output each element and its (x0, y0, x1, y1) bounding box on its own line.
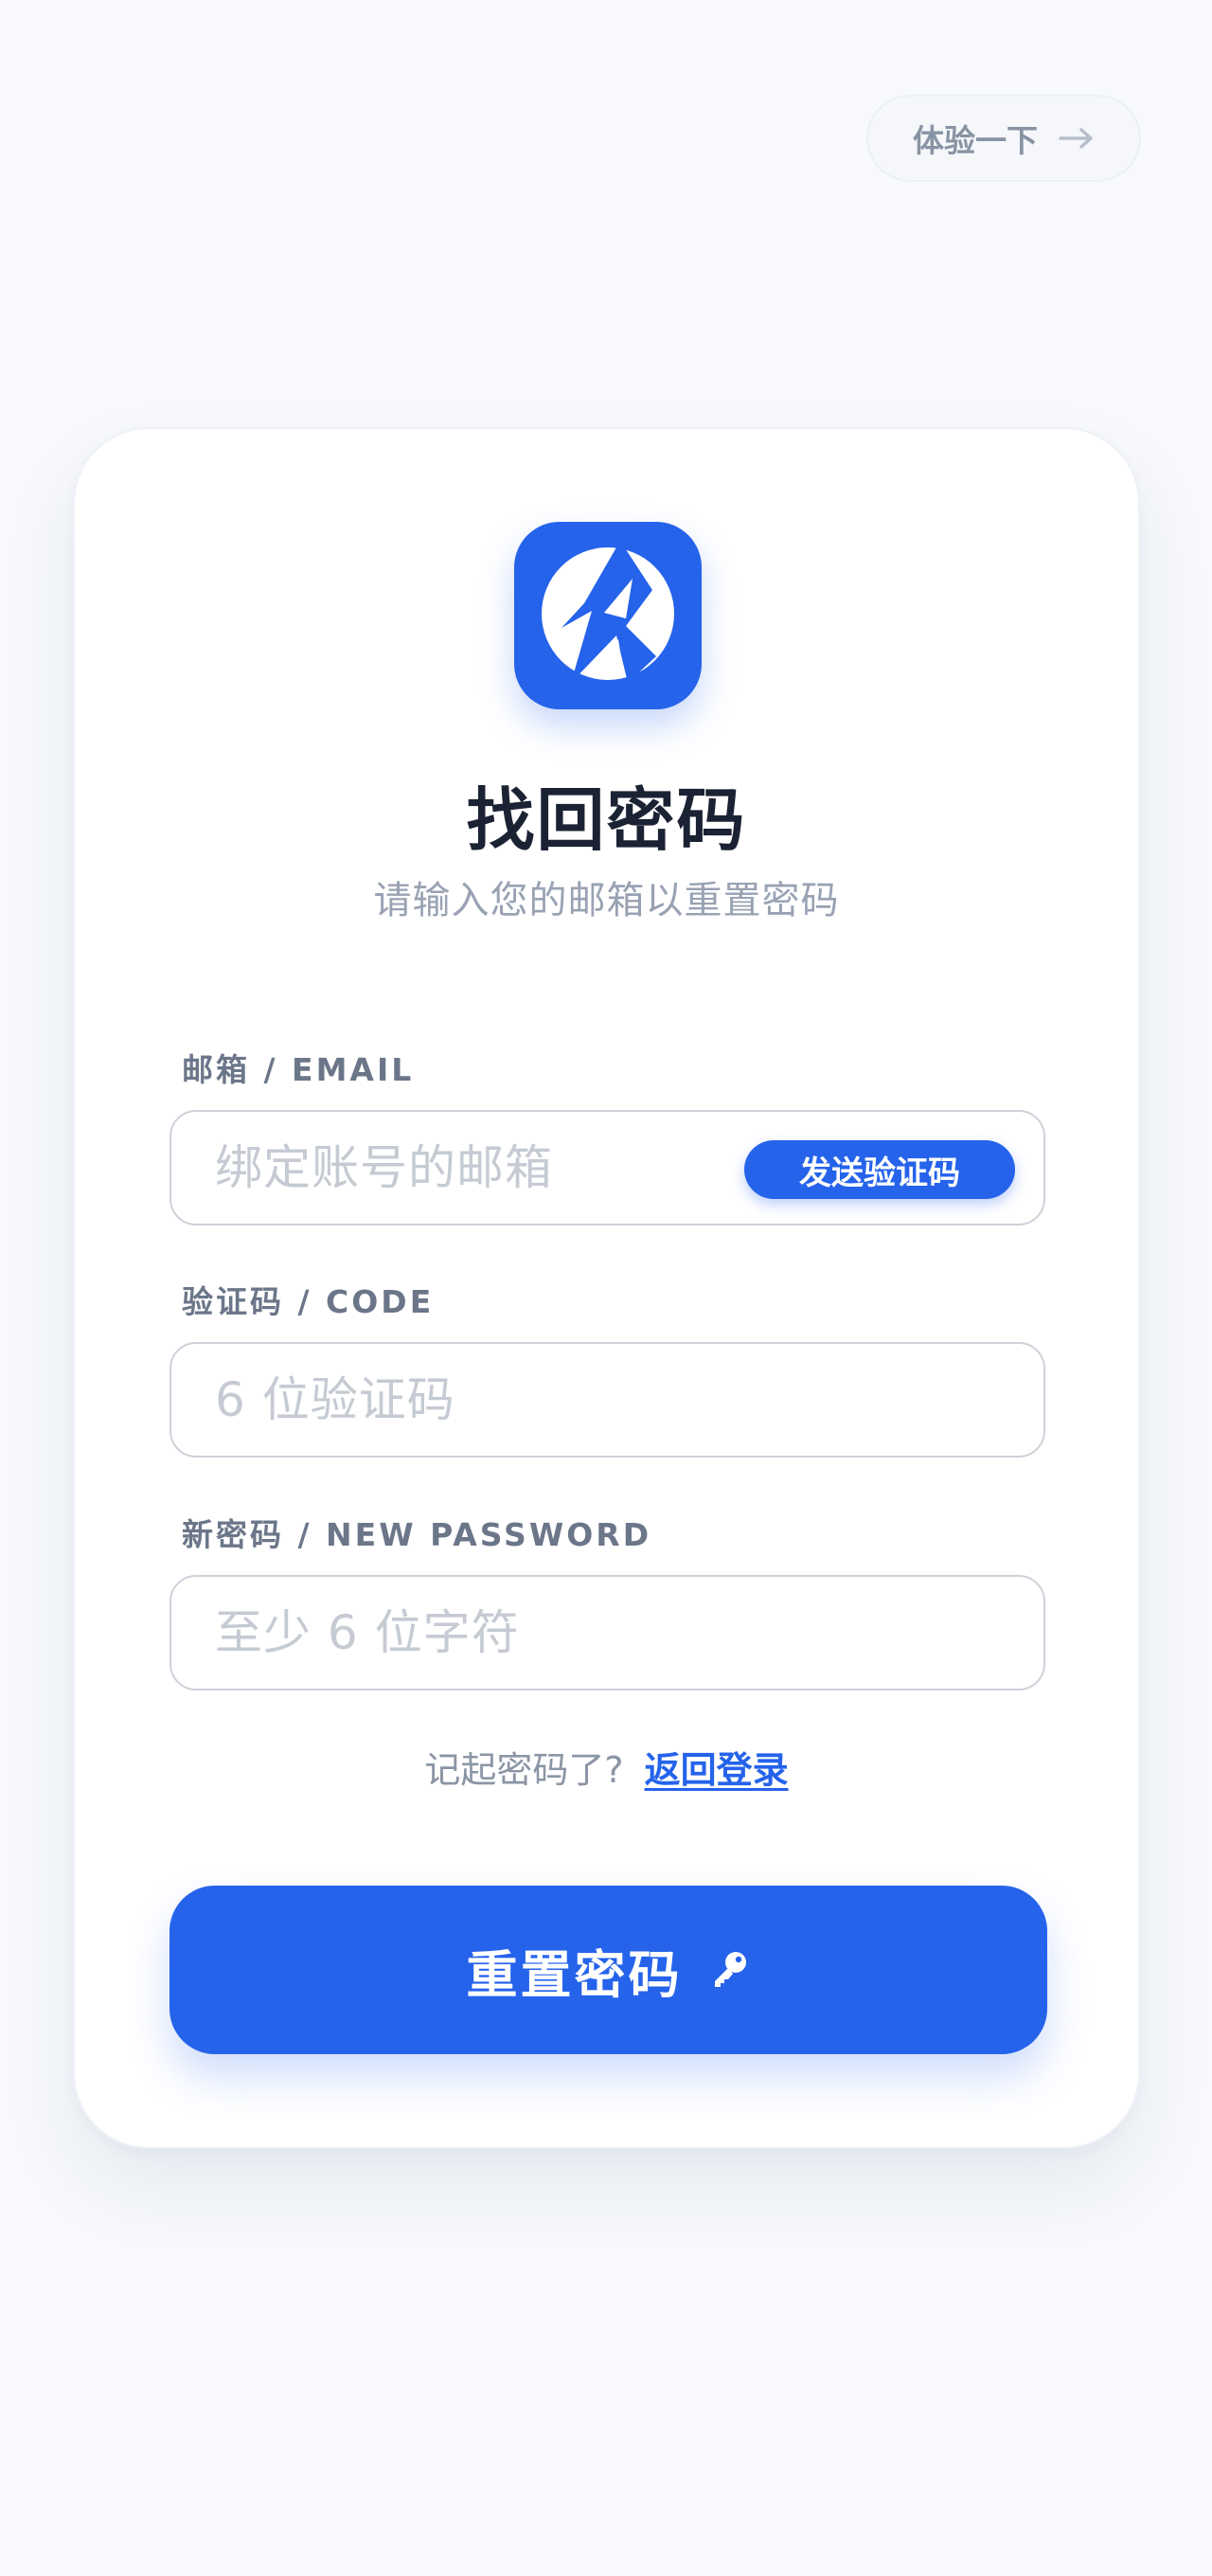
try-demo-label: 体验一下 (913, 122, 1038, 159)
new-password-label: 新密码 / NEW PASSWORD (182, 1516, 652, 1553)
page-subtitle: 请输入您的邮箱以重置密码 (373, 879, 840, 922)
forgot-password-page: 体验一下 找回密码 请输入您的邮箱以重置密码 邮箱 / EMAIL 发送验证码 … (0, 0, 1212, 2576)
page-title: 找回密码 (466, 780, 747, 860)
code-field-box (169, 1342, 1045, 1458)
new-password-field-box (169, 1575, 1045, 1690)
reset-password-button[interactable]: 重置密码 (169, 1886, 1047, 2054)
new-password-input[interactable] (215, 1577, 1043, 1689)
email-label: 邮箱 / EMAIL (182, 1051, 415, 1088)
reset-password-label: 重置密码 (466, 1944, 683, 2005)
back-to-login-row: 记起密码了? 返回登录 (75, 1741, 1138, 1793)
send-code-button[interactable]: 发送验证码 (744, 1140, 1015, 1199)
key-icon (707, 1948, 751, 1992)
back-to-login-link[interactable]: 返回登录 (645, 1741, 789, 1793)
try-demo-button[interactable]: 体验一下 (866, 95, 1141, 182)
code-input[interactable] (215, 1344, 1043, 1456)
arrow-right-icon (1059, 127, 1095, 150)
code-label: 验证码 / CODE (182, 1283, 435, 1320)
k-logo-icon (514, 522, 702, 709)
back-prompt: 记起密码了? (424, 1749, 624, 1791)
reset-card: 找回密码 请输入您的邮箱以重置密码 邮箱 / EMAIL 发送验证码 验证码 /… (73, 427, 1140, 2149)
email-field-box: 发送验证码 (169, 1110, 1045, 1225)
